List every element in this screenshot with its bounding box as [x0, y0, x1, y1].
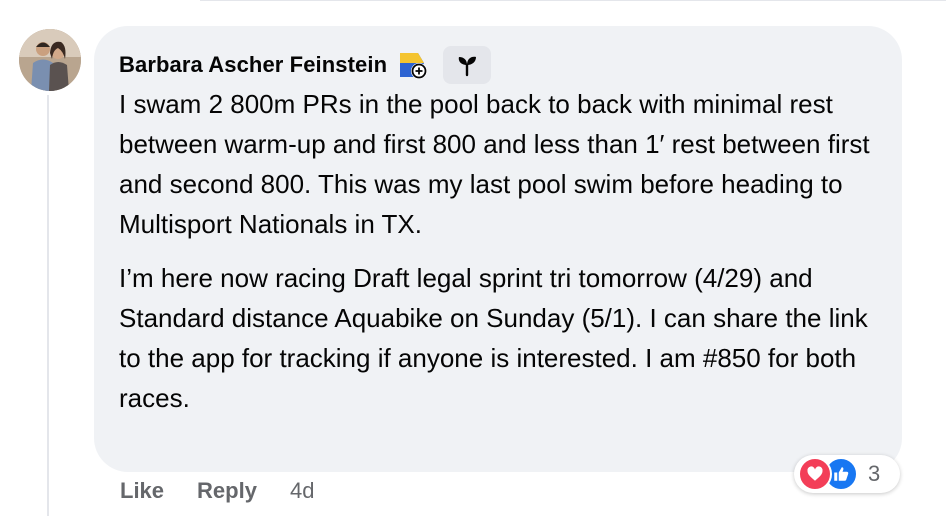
reactions-summary[interactable]: 3 [794, 455, 900, 493]
like-button[interactable]: Like [120, 478, 164, 504]
avatar[interactable] [19, 29, 81, 91]
author-name[interactable]: Barbara Ascher Feinstein [119, 52, 387, 78]
timestamp[interactable]: 4d [290, 478, 314, 504]
comment-paragraph: I swam 2 800m PRs in the pool back to ba… [119, 89, 870, 239]
sprout-badge[interactable] [443, 46, 492, 84]
thread-line [47, 95, 49, 516]
reply-button[interactable]: Reply [197, 478, 257, 504]
top-fan-badge-icon[interactable] [397, 49, 429, 81]
sprout-icon [458, 56, 477, 77]
comment-bubble: Barbara Ascher Feinstein I swam 2 800m P… [94, 26, 902, 472]
comment-actions: Like Reply 4d [120, 478, 314, 504]
comment-paragraph: I’m here now racing Draft legal sprint t… [119, 263, 868, 413]
top-divider [200, 0, 946, 1]
reaction-count: 3 [868, 461, 881, 486]
love-reaction-icon [798, 457, 832, 491]
